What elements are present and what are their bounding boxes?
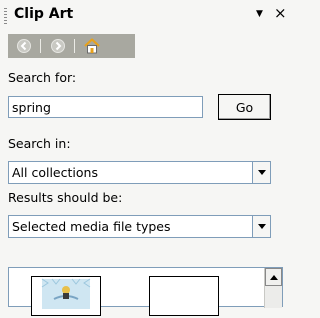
clip-art-image — [41, 278, 91, 309]
home-button[interactable] — [82, 37, 102, 55]
results-should-be-label: Results should be: — [8, 190, 123, 205]
search-in-dropdown-button[interactable] — [252, 161, 271, 184]
toolbar-separator — [74, 39, 75, 53]
media-type-selected: Selected media file types — [12, 219, 171, 234]
search-in-dropdown[interactable]: All collections — [8, 161, 271, 184]
clip-art-task-pane: Clip Art ▼ × Search for: spring Go Searc… — [0, 0, 287, 316]
arrow-up-icon — [269, 274, 278, 280]
media-type-dropdown[interactable]: Selected media file types — [8, 215, 271, 238]
toolbar-separator — [40, 39, 41, 53]
forward-button[interactable] — [48, 37, 68, 55]
media-type-dropdown-button[interactable] — [252, 215, 271, 238]
panel-title: Clip Art — [14, 6, 74, 22]
results-area[interactable] — [8, 267, 283, 316]
task-pane-menu-icon[interactable]: ▼ — [253, 8, 266, 20]
go-button[interactable]: Go — [218, 94, 271, 120]
search-for-label: Search for: — [8, 70, 77, 85]
search-input[interactable]: spring — [8, 96, 203, 118]
chevron-down-icon — [257, 224, 266, 229]
back-button[interactable] — [14, 37, 34, 55]
home-icon — [84, 38, 100, 54]
search-in-label: Search in: — [8, 136, 71, 151]
chevron-down-icon — [257, 170, 266, 175]
close-icon[interactable]: × — [274, 4, 287, 22]
scroll-up-button[interactable] — [265, 268, 282, 286]
forward-icon — [51, 39, 65, 53]
results-scrollbar[interactable] — [264, 268, 282, 308]
search-input-value: spring — [12, 100, 51, 115]
title-bar: Clip Art ▼ × — [0, 0, 287, 30]
clip-art-thumbnail[interactable] — [31, 276, 101, 316]
navigation-toolbar — [8, 34, 135, 58]
search-in-selected: All collections — [12, 165, 98, 180]
clip-art-thumbnail[interactable] — [149, 276, 219, 316]
back-icon — [17, 39, 31, 53]
drag-grip-icon[interactable] — [4, 8, 7, 24]
